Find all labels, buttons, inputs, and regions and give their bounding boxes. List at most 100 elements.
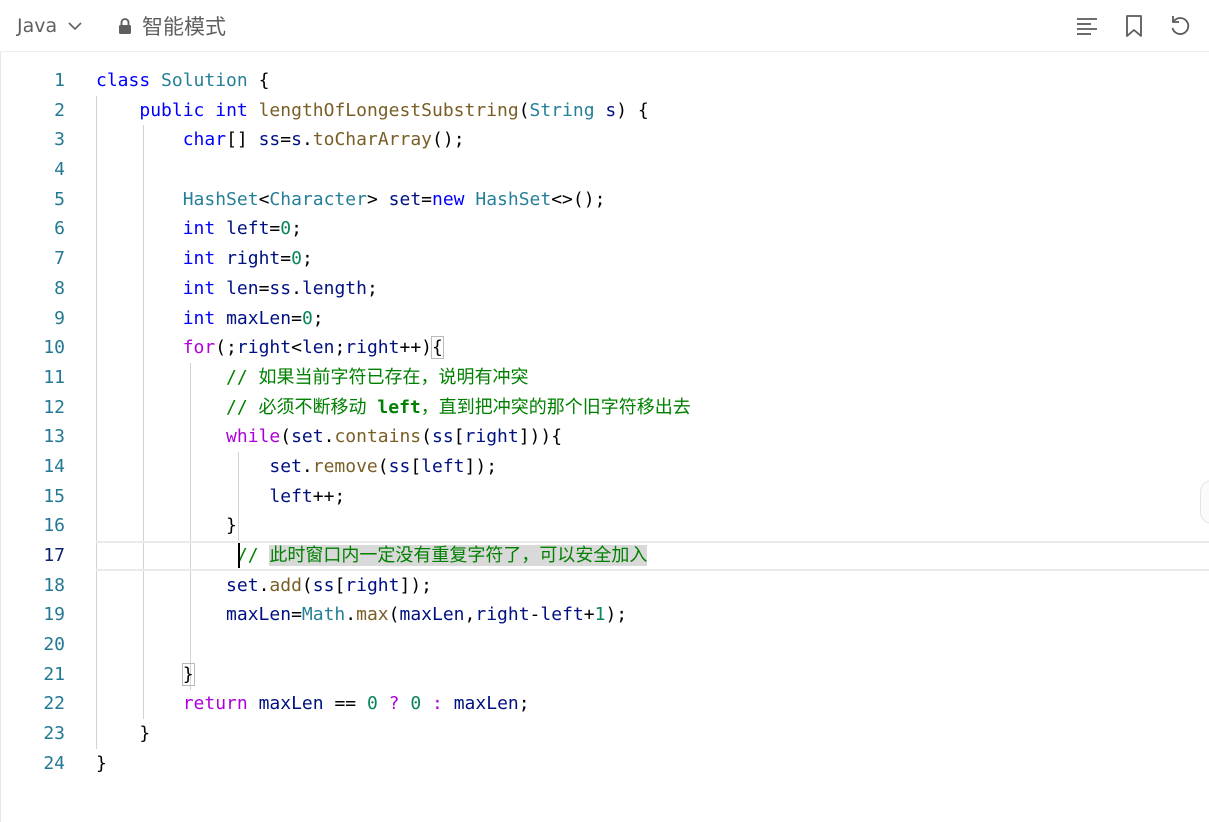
code-line[interactable]: 16 } [1, 511, 1209, 541]
code-line[interactable]: 2 public int lengthOfLongestSubstring(St… [1, 96, 1209, 126]
line-number: 20 [43, 634, 65, 656]
code-line[interactable]: 3 char[] ss=s.toCharArray(); [1, 125, 1209, 155]
code-token: contains [334, 426, 422, 448]
code-text[interactable]: } [96, 511, 237, 541]
code-line[interactable]: 8 int len=ss.length; [1, 274, 1209, 304]
line-number: 24 [43, 752, 65, 774]
code-text[interactable]: maxLen=Math.max(maxLen,right-left+1); [96, 600, 627, 630]
code-text[interactable]: for(;right<len;right++){ [96, 333, 444, 363]
code-text[interactable]: int maxLen=0; [96, 304, 324, 334]
code-line[interactable]: 1 class Solution { [1, 66, 1209, 96]
line-number: 10 [43, 337, 65, 359]
code-token: right [475, 604, 530, 626]
code-token: HashSet [182, 188, 259, 210]
code-token: s [291, 129, 302, 151]
line-number: 3 [54, 129, 65, 151]
code-token: maxLen [226, 604, 292, 626]
format-button[interactable] [1074, 12, 1100, 40]
code-token: new [432, 188, 465, 210]
code-text[interactable]: // 如果当前字符已存在，说明有冲突 [96, 363, 529, 393]
code-token: char [182, 129, 227, 151]
code-line[interactable]: 14 set.remove(ss[left]); [1, 452, 1209, 482]
code-token: String [529, 99, 595, 121]
line-number: 6 [54, 218, 65, 240]
code-token: int [182, 218, 216, 240]
text-cursor [238, 543, 240, 568]
code-line[interactable]: 4 [1, 155, 1209, 185]
code-token: maxLen [258, 693, 324, 715]
code-token: ]); [464, 455, 498, 477]
code-token: ; [366, 277, 378, 299]
code-line[interactable]: 17 // 此时窗口内一定没有重复字符了，可以安全加入 [1, 541, 1209, 571]
code-token: } [181, 662, 195, 686]
code-text[interactable]: // 此时窗口内一定没有重复字符了，可以安全加入 [96, 541, 648, 571]
reset-icon [1171, 16, 1190, 35]
line-number: 4 [54, 159, 65, 181]
code-line[interactable]: 18 set.add(ss[right]); [1, 571, 1209, 601]
code-token: = [280, 129, 292, 151]
code-text[interactable]: class Solution { [96, 66, 269, 96]
code-text[interactable]: int len=ss.length; [96, 274, 378, 304]
line-number: 15 [43, 485, 65, 507]
code-line[interactable]: 19 maxLen=Math.max(maxLen,right-left+1); [1, 600, 1209, 630]
code-text[interactable]: set.add(ss[right]); [96, 571, 432, 601]
code-text[interactable]: int left=0; [96, 214, 302, 244]
code-line[interactable]: 12 // 必须不断移动 left，直到把冲突的那个旧字符移出去 [1, 393, 1209, 423]
bookmark-button[interactable] [1121, 12, 1147, 40]
code-token: ( [388, 604, 400, 626]
code-token: ])){ [518, 426, 563, 448]
code-token: - [529, 604, 541, 626]
code-line[interactable]: 9 int maxLen=0; [1, 304, 1209, 334]
code-text[interactable]: // 必须不断移动 left，直到把冲突的那个旧字符移出去 [96, 393, 691, 423]
code-line[interactable]: 6 int left=0; [1, 214, 1209, 244]
code-text[interactable]: } [96, 660, 195, 690]
code-text[interactable]: while(set.contains(ss[right])){ [96, 422, 562, 452]
line-number: 11 [43, 366, 65, 388]
code-text[interactable]: char[] ss=s.toCharArray(); [96, 125, 465, 155]
code-line[interactable]: 13 while(set.contains(ss[right])){ [1, 422, 1209, 452]
code-line[interactable]: 10 for(;right<len;right++){ [1, 333, 1209, 363]
code-token: for [182, 337, 216, 359]
mode-indicator[interactable]: 智能模式 [118, 11, 226, 41]
code-text[interactable]: public int lengthOfLongestSubstring(Stri… [96, 96, 648, 126]
code-line[interactable]: 22 return maxLen == 0 ? 0 : maxLen; [1, 689, 1209, 719]
code-line[interactable]: 24} [1, 749, 1209, 779]
editor-toolbar: Java 智能模式 [0, 0, 1209, 52]
code-token: ; [518, 693, 530, 715]
code-token: right [464, 426, 519, 448]
code-token: set [226, 574, 259, 596]
reset-button[interactable] [1167, 12, 1193, 40]
code-line[interactable]: 7 int right=0; [1, 244, 1209, 274]
code-lines[interactable]: 1 class Solution {2 public int lengthOfLo… [1, 66, 1209, 779]
code-text[interactable]: int right=0; [96, 244, 313, 274]
code-text[interactable]: } [96, 749, 107, 779]
code-line[interactable]: 5 HashSet<Character> set=new HashSet<>()… [1, 185, 1209, 215]
code-editor[interactable]: 1 class Solution {2 public int lengthOfLo… [0, 52, 1209, 822]
code-line[interactable]: 20 [1, 630, 1209, 660]
language-selector[interactable]: Java [17, 11, 83, 41]
code-text[interactable]: } [96, 719, 150, 749]
code-text[interactable]: left++; [96, 482, 345, 512]
code-token: return [182, 693, 248, 715]
code-token: 0 [280, 218, 292, 240]
code-token: left [540, 604, 584, 626]
code-token: HashSet [475, 188, 552, 210]
code-token: ); [605, 604, 628, 626]
code-text[interactable]: HashSet<Character> set=new HashSet<>(); [96, 185, 606, 215]
code-text[interactable]: return maxLen == 0 ? 0 : maxLen; [96, 689, 530, 719]
mode-label: 智能模式 [142, 15, 226, 39]
code-line[interactable]: 11 // 如果当前字符已存在，说明有冲突 [1, 363, 1209, 393]
code-line[interactable]: 15 left++; [1, 482, 1209, 512]
code-token: ss [312, 574, 335, 596]
code-token: ++) [399, 337, 432, 359]
code-token: (); [432, 129, 465, 151]
scroll-handle[interactable] [1200, 480, 1209, 524]
code-text[interactable]: set.remove(ss[left]); [96, 452, 497, 482]
code-token: maxLen [399, 604, 465, 626]
code-line[interactable]: 21 } [1, 660, 1209, 690]
code-line[interactable]: 23 } [1, 719, 1209, 749]
